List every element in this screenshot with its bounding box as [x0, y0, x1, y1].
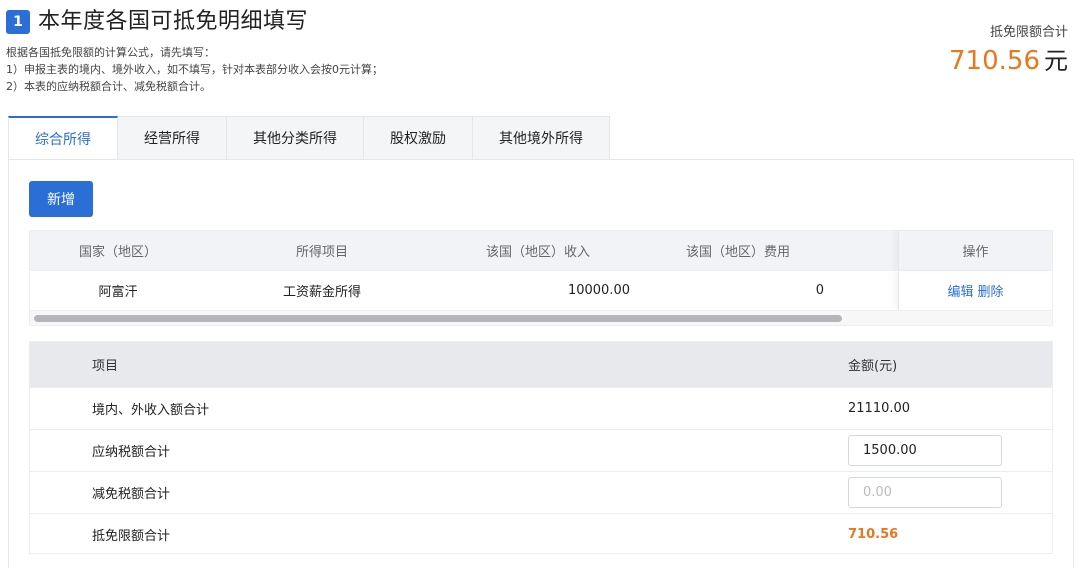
page-header: 1 本年度各国可抵免明细填写 根据各国抵免限额的计算公式，请先填写： 1）申报主… — [6, 6, 1074, 106]
cell-country: 阿富汗 — [98, 285, 138, 300]
delete-link[interactable]: 删除 — [978, 281, 1004, 300]
intro-text: 根据各国抵免限额的计算公式，请先填写： 1）申报主表的境内、境外收入，如不填写，… — [6, 44, 383, 95]
summary-row-tax-reduction: 减免税额合计 — [30, 471, 1052, 513]
income-tabs: 综合所得 经营所得 其他分类所得 股权激励 其他境外所得 — [8, 116, 610, 160]
summary-table: 项目 金额(元) 境内、外收入额合计 21110.00 应纳税额合计 减免税额合… — [29, 341, 1053, 554]
scrollbar-thumb[interactable] — [34, 315, 842, 322]
intro-line: 2）本表的应纳税额合计、减免税额合计。 — [6, 80, 211, 93]
tab-comprehensive-income[interactable]: 综合所得 — [8, 116, 118, 160]
summary-header-amount: 金额(元) — [848, 359, 898, 374]
cell-income-item: 工资薪金所得 — [282, 285, 361, 300]
column-header-expense: 该国（地区）费用 — [685, 245, 790, 260]
table-row: 阿富汗 工资薪金所得 10000.00 0 编辑 删除 — [30, 270, 1052, 310]
summary-value: 21110.00 — [848, 401, 911, 416]
column-header-country: 国家（地区） — [78, 245, 157, 260]
tab-other-classified-income[interactable]: 其他分类所得 — [227, 116, 364, 160]
summary-label: 抵免限额合计 — [92, 529, 171, 544]
column-header-income: 该国（地区）收入 — [485, 245, 590, 260]
cell-income: 10000.00 — [567, 283, 630, 298]
total-label: 抵免限额合计 — [989, 25, 1068, 40]
column-header-actions: 操作 — [898, 231, 1052, 270]
summary-header: 项目 金额(元) — [30, 342, 1052, 387]
foreign-income-table: 国家（地区） 所得项目 该国（地区）收入 该国（地区）费用 操作 阿富汗 工资薪… — [29, 230, 1053, 326]
total-value: 710.56 元 — [949, 46, 1068, 76]
intro-line: 1）申报主表的境内、境外收入，如不填写，针对本表部分收入会按0元计算； — [6, 63, 383, 76]
edit-link[interactable]: 编辑 — [947, 281, 973, 300]
table-header: 国家（地区） 所得项目 该国（地区）收入 该国（地区）费用 操作 — [30, 231, 1052, 270]
summary-label: 减免税额合计 — [92, 487, 171, 502]
summary-row-tax-payable: 应纳税额合计 — [30, 429, 1052, 471]
summary-header-item: 项目 — [92, 359, 119, 374]
step-badge: 1 — [6, 10, 30, 34]
total-unit: 元 — [1044, 47, 1068, 75]
intro-line: 根据各国抵免限额的计算公式，请先填写： — [6, 46, 215, 59]
total-amount: 710.56 — [949, 46, 1040, 76]
tab-panel: 新增 国家（地区） 所得项目 该国（地区）收入 该国（地区）费用 操作 阿富汗 … — [8, 159, 1074, 568]
tax-payable-input[interactable] — [848, 435, 1002, 466]
summary-row-credit-limit: 抵免限额合计 710.56 — [30, 513, 1052, 555]
summary-row-total-income: 境内、外收入额合计 21110.00 — [30, 387, 1052, 429]
add-button[interactable]: 新增 — [29, 181, 93, 217]
tab-business-income[interactable]: 经营所得 — [118, 116, 227, 160]
tax-reduction-input[interactable] — [848, 477, 1002, 508]
summary-label: 应纳税额合计 — [92, 445, 171, 460]
cell-expense: 0 — [815, 283, 824, 298]
cell-actions: 编辑 删除 — [898, 271, 1052, 310]
tab-equity-incentive[interactable]: 股权激励 — [364, 116, 473, 160]
credit-limit-value: 710.56 — [848, 527, 899, 542]
credit-limit-total: 抵免限额合计 710.56 元 — [949, 24, 1068, 76]
summary-label: 境内、外收入额合计 — [92, 403, 210, 418]
horizontal-scrollbar[interactable] — [30, 310, 1052, 325]
page-title: 本年度各国可抵免明细填写 — [38, 9, 309, 34]
column-header-income-item: 所得项目 — [295, 245, 348, 260]
tab-other-foreign-income[interactable]: 其他境外所得 — [473, 116, 610, 160]
